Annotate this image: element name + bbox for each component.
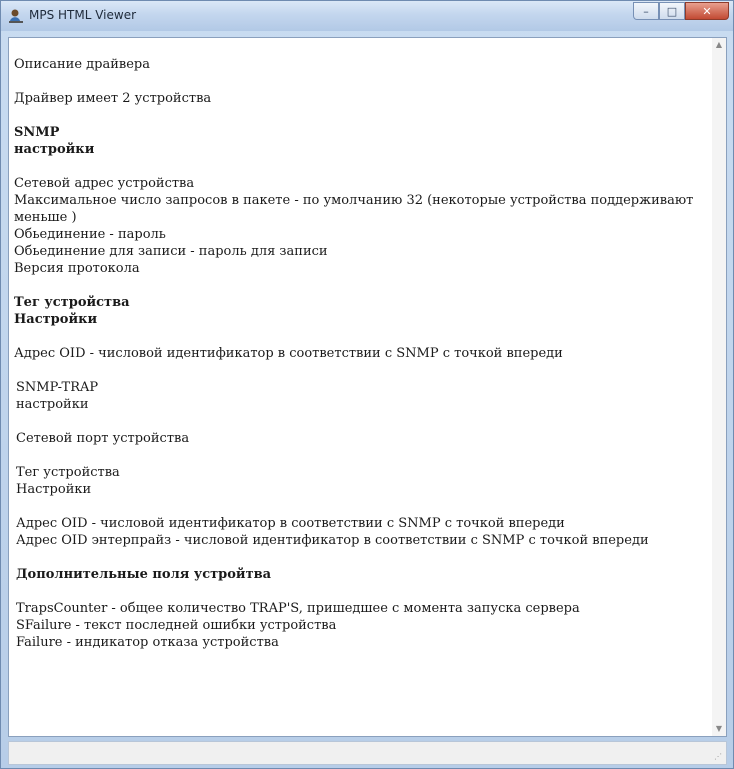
close-button[interactable]: ✕	[685, 2, 729, 20]
text-line: Настройки	[16, 482, 92, 497]
paragraph: Сетевой адрес устройства Максимальное чи…	[14, 175, 712, 277]
section-heading: Дополнительные поля устройтва	[14, 566, 712, 583]
text-line: настройки	[16, 397, 89, 412]
heading-line: настройки	[14, 142, 95, 157]
paragraph: Адрес OID - числовой идентификатор в соо…	[14, 345, 712, 362]
text: Сетевой порт устройства	[16, 431, 190, 446]
text-line: Тег устройства	[16, 465, 120, 480]
vertical-scrollbar[interactable]: ▲ ▼	[712, 38, 726, 736]
status-bar: ⋰	[8, 741, 727, 765]
minimize-button[interactable]: –	[633, 2, 659, 20]
maximize-button[interactable]: □	[659, 2, 685, 20]
text-line: Failure - индикатор отказа устройства	[16, 635, 279, 650]
heading-line: Настройки	[14, 312, 98, 327]
window-title: MPS HTML Viewer	[29, 8, 137, 22]
text-line: Обьединение - пароль	[14, 227, 166, 242]
html-view[interactable]: Описание драйвера Драйвер имеет 2 устрой…	[8, 37, 727, 737]
paragraph: Сетевой порт устройства	[14, 430, 712, 447]
text: Драйвер имеет 2 устройства	[14, 91, 212, 106]
section-heading: Тег устройства Настройки	[14, 294, 712, 328]
paragraph: Адрес OID - числовой идентификатор в соо…	[14, 515, 712, 549]
text-line: Адрес OID - числовой идентификатор в соо…	[16, 516, 565, 531]
subsection-heading: SNMP-TRAP настройки	[14, 379, 712, 413]
document-body: Описание драйвера Драйвер имеет 2 устрой…	[14, 56, 712, 668]
app-icon	[8, 8, 24, 24]
heading-line: SNMP	[14, 125, 60, 140]
text: Описание драйвера	[14, 57, 150, 72]
text-line: TrapsCounter - общее количество TRAP'S, …	[16, 601, 580, 616]
subsection-heading: Тег устройства Настройки	[14, 464, 712, 498]
resize-grip-icon[interactable]: ⋰	[714, 752, 724, 762]
scroll-down-arrow-icon[interactable]: ▼	[712, 722, 726, 736]
title-bar[interactable]: MPS HTML Viewer – □ ✕	[1, 1, 733, 31]
app-window: MPS HTML Viewer – □ ✕ Описание драйвера …	[0, 0, 734, 769]
paragraph: TrapsCounter - общее количество TRAP'S, …	[14, 600, 712, 651]
heading-line: Тег устройства	[14, 295, 130, 310]
heading-line: Дополнительные поля устройтва	[16, 567, 272, 582]
window-controls: – □ ✕	[633, 2, 729, 22]
text-line: Обьединение для записи - пароль для запи…	[14, 244, 328, 259]
text-line: Сетевой адрес устройства	[14, 176, 195, 191]
paragraph: Драйвер имеет 2 устройства	[14, 90, 712, 107]
text: Адрес OID - числовой идентификатор в соо…	[14, 346, 563, 361]
paragraph: Описание драйвера	[14, 56, 712, 73]
text-line: Максимальное число запросов в пакете - п…	[14, 193, 694, 225]
section-heading: SNMP настройки	[14, 124, 712, 158]
text-line: Версия протокола	[14, 261, 140, 276]
text-line: SFailure - текст последней ошибки устрой…	[16, 618, 337, 633]
text-line: SNMP-TRAP	[16, 380, 99, 395]
scroll-up-arrow-icon[interactable]: ▲	[712, 38, 726, 52]
text-line: Адрес OID энтерпрайз - числовой идентифи…	[16, 533, 649, 548]
